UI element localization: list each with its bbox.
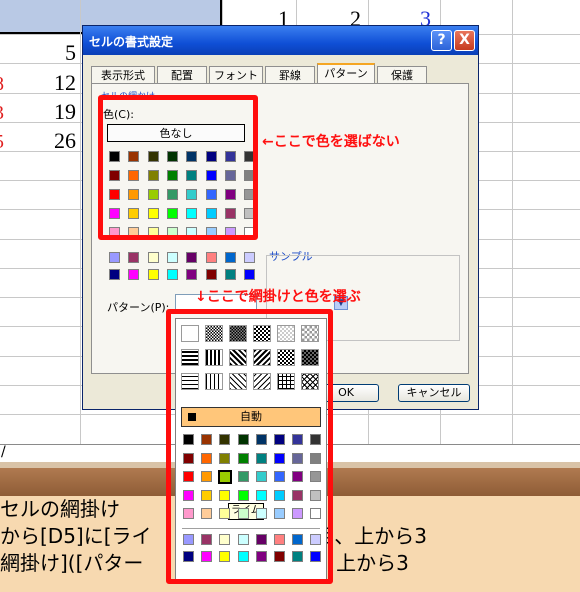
tab-font[interactable]: フォント bbox=[209, 66, 263, 83]
color-swatch[interactable] bbox=[109, 252, 120, 263]
cell-value: 19 bbox=[54, 99, 76, 124]
tab-number-format[interactable]: 表示形式 bbox=[91, 66, 155, 83]
pattern-label: パターン(P): bbox=[107, 301, 170, 314]
color-swatch[interactable] bbox=[224, 269, 236, 280]
dialog-titlebar[interactable]: セルの書式設定 ? X bbox=[83, 26, 478, 55]
highlight-box-color bbox=[98, 95, 258, 240]
cell-value: 5 bbox=[65, 40, 76, 65]
cell-value: 26 bbox=[54, 128, 76, 153]
dialog-title: セルの書式設定 bbox=[89, 35, 174, 49]
color-swatch[interactable] bbox=[186, 269, 198, 280]
close-button[interactable]: X bbox=[454, 30, 475, 51]
annotation-no-color: ←ここで色を選ばない bbox=[262, 134, 400, 150]
tab-protection[interactable]: 保護 bbox=[377, 66, 427, 83]
color-swatch[interactable] bbox=[186, 252, 198, 263]
color-swatch[interactable] bbox=[224, 252, 236, 263]
color-swatch[interactable] bbox=[205, 269, 217, 280]
annotation-pattern-color: ↓ここで網掛けと色を選ぶ bbox=[195, 289, 361, 305]
cancel-button[interactable]: キャンセル bbox=[398, 384, 470, 402]
tab-alignment[interactable]: 配置 bbox=[157, 66, 207, 83]
color-swatch[interactable] bbox=[166, 269, 178, 280]
cell-value: 12 bbox=[54, 70, 76, 95]
color-swatch[interactable] bbox=[128, 269, 140, 280]
cell-partial: 3 bbox=[0, 102, 4, 125]
cell-partial: 8 bbox=[0, 73, 4, 96]
highlight-box-pattern bbox=[166, 309, 333, 584]
tab-patterns[interactable]: パターン bbox=[317, 63, 375, 84]
color-swatch[interactable] bbox=[244, 252, 256, 263]
caption-text: 網掛け]([パター bbox=[0, 551, 144, 575]
color-swatch[interactable] bbox=[244, 269, 256, 280]
caption-text: から[D5]に[ライ bbox=[0, 524, 152, 548]
color-swatch[interactable] bbox=[205, 252, 217, 263]
color-swatch[interactable] bbox=[128, 252, 140, 263]
color-swatch[interactable] bbox=[147, 252, 159, 263]
slash-mark: / bbox=[1, 444, 6, 460]
tab-border[interactable]: 罫線 bbox=[265, 66, 315, 83]
color-swatch[interactable] bbox=[147, 269, 159, 280]
cell-partial: 5 bbox=[0, 131, 4, 154]
color-swatch[interactable] bbox=[166, 252, 178, 263]
color-swatch[interactable] bbox=[109, 269, 120, 280]
help-button[interactable]: ? bbox=[431, 30, 452, 51]
